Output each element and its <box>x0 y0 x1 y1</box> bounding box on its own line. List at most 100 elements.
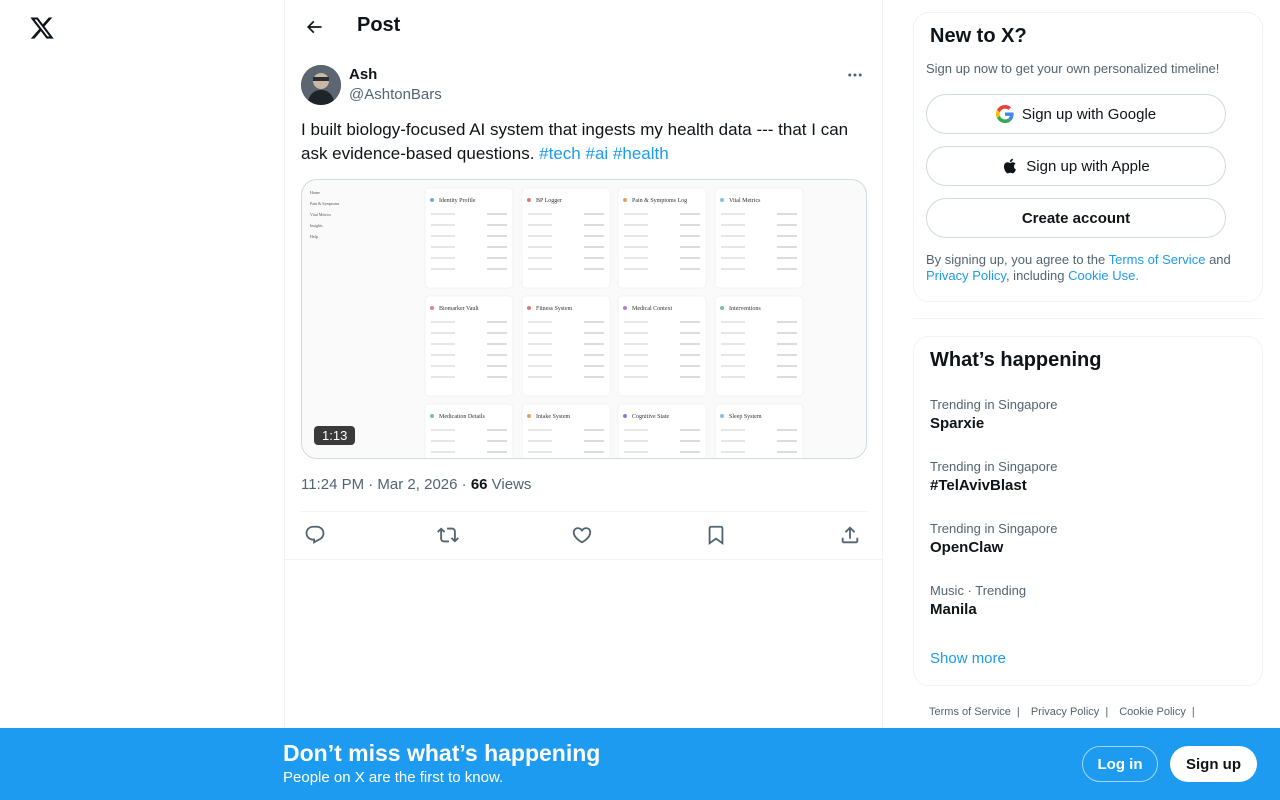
footer-links: Terms of Service | Privacy Policy | Cookie… <box>929 706 1203 718</box>
footer-separator: | <box>1191 706 1195 718</box>
create-account-button[interactable]: Create account <box>926 198 1226 238</box>
trend-meta: Trending in Singapore <box>930 459 1058 474</box>
author-name[interactable]: Ash <box>349 66 377 83</box>
apple-icon <box>1002 157 1018 175</box>
footer-privacy-link[interactable]: Privacy Policy <box>1031 706 1099 718</box>
video-card-dot <box>720 198 724 202</box>
signup-card: New to X? Sign up now to get your own pe… <box>913 12 1263 302</box>
avatar[interactable] <box>301 65 341 105</box>
video-card-title: Interventions <box>729 306 761 312</box>
terms-of-service-link[interactable]: Terms of Service <box>1109 252 1206 267</box>
login-prompt-bar: Don’t miss what’s happening People on X … <box>0 728 1280 800</box>
show-more-link[interactable]: Show more <box>930 650 1006 667</box>
video-card-title: Fitness System <box>536 306 573 312</box>
more-button[interactable] <box>843 64 867 86</box>
trend-item[interactable]: Trending in Singapore #TelAvivBlast <box>930 459 1250 494</box>
login-button[interactable]: Log in <box>1082 746 1158 782</box>
video-card-dot <box>623 306 627 310</box>
video-card-dot <box>527 306 531 310</box>
author-handle[interactable]: @AshtonBars <box>349 86 442 103</box>
hashtag-ai[interactable]: #ai <box>586 144 609 163</box>
video-card-title: Vital Metrics <box>729 198 761 204</box>
video-card-dot <box>623 414 627 418</box>
video-card-title: Medication Details <box>439 414 485 420</box>
apple-signup-label: Sign up with Apple <box>1026 157 1150 175</box>
signup-title: New to X? <box>930 25 1027 47</box>
hashtag-health[interactable]: #health <box>613 144 669 163</box>
views-count: 66 <box>470 476 488 493</box>
video-sidebar-item: Vital Metrics <box>310 212 331 217</box>
post-actions <box>301 511 867 559</box>
video-card-title: Biomarker Vault <box>439 306 479 312</box>
video-card-title: Intake System <box>536 414 570 420</box>
video-sidebar-item: Pain & Symptoms <box>310 201 340 206</box>
views-label: Views <box>491 476 532 493</box>
video-card <box>521 403 611 458</box>
video-card-title: Medical Context <box>632 306 672 312</box>
signup-button[interactable]: Sign up <box>1170 746 1257 782</box>
trend-item[interactable]: Trending in Singapore OpenClaw <box>930 521 1250 556</box>
video-card-title: Identity Profile <box>439 197 476 204</box>
bookmark-button[interactable] <box>705 524 729 548</box>
video-sidebar-item: Help <box>310 234 318 239</box>
reply-button[interactable] <box>304 524 328 548</box>
terms-including: , including <box>1005 268 1065 283</box>
post-meta: 11:24 PM · Mar 2, 2026 · 66 Views <box>301 476 531 493</box>
trend-item[interactable]: Music · Trending Manila <box>930 583 1250 618</box>
video-card-dot <box>430 198 434 202</box>
trend-name: #TelAvivBlast <box>930 477 1027 494</box>
x-logo-icon[interactable] <box>29 14 55 42</box>
prompt-title: Don’t miss what’s happening <box>283 740 601 766</box>
trend-meta: Trending in Singapore <box>930 521 1058 536</box>
share-button[interactable] <box>839 524 863 548</box>
footer-separator: | <box>1105 706 1109 718</box>
post-timestamp[interactable]: 11:24 PM · Mar 2, 2026 <box>301 476 457 493</box>
video-card-title: BP Logger <box>536 198 562 204</box>
signup-terms: By signing up, you agree to the Terms of… <box>926 252 1256 284</box>
cookie-use-link[interactable]: Cookie Use. <box>1068 268 1139 283</box>
bookmark-icon <box>708 525 724 546</box>
privacy-policy-link[interactable]: Privacy Policy <box>926 268 1006 283</box>
trend-item[interactable]: Trending in Singapore Sparxie <box>930 397 1250 432</box>
terms-prefix: By signing up, you agree to the <box>926 252 1106 267</box>
trend-name: Manila <box>930 601 977 618</box>
footer-terms-link[interactable]: Terms of Service <box>929 706 1011 718</box>
video-card-dot <box>527 198 531 202</box>
video-card-dot <box>720 414 724 418</box>
prompt-subtitle: People on X are the first to know. <box>283 769 504 786</box>
reply-icon <box>305 525 325 544</box>
trend-meta: Trending in Singapore <box>930 397 1058 412</box>
google-signup-label: Sign up with Google <box>1021 105 1157 123</box>
trend-meta: Music · Trending <box>930 583 1027 598</box>
terms-and: and <box>1209 252 1231 267</box>
footer-cookie-link[interactable]: Cookie Policy <box>1119 706 1186 718</box>
repost-button[interactable] <box>437 524 461 548</box>
back-button[interactable] <box>297 10 331 44</box>
video-thumbnail: Home Pain & Symptoms Vital Metrics Insights… <box>302 180 866 458</box>
trend-name: OpenClaw <box>930 539 1004 556</box>
video-duration: 1:13 <box>314 426 356 445</box>
video-sidebar-item: Insights <box>310 223 323 228</box>
post-header: Post <box>285 0 883 53</box>
video-card <box>424 403 514 458</box>
repost-icon <box>437 527 459 543</box>
video-card <box>617 403 707 458</box>
main-column: Post Ash @AshtonBars I built biology-foc… <box>284 0 883 800</box>
trend-name: Sparxie <box>930 415 985 432</box>
heart-icon <box>572 527 592 544</box>
hashtag-tech[interactable]: #tech <box>539 144 581 163</box>
video-card-dot <box>720 306 724 310</box>
post-video[interactable]: Home Pain & Symptoms Vital Metrics Insights… <box>301 179 867 459</box>
post-author: Ash @AshtonBars <box>301 64 867 106</box>
like-button[interactable] <box>571 524 595 548</box>
footer-separator: | <box>1016 706 1020 718</box>
divider <box>285 559 883 560</box>
google-signup-button[interactable]: Sign up with Google <box>926 94 1226 134</box>
video-sidebar-item: Home <box>310 190 320 195</box>
left-nav <box>0 0 284 800</box>
meta-separator: · <box>461 476 471 493</box>
apple-signup-button[interactable]: Sign up with Apple <box>926 146 1226 186</box>
arrow-left-icon <box>306 20 322 34</box>
share-icon <box>841 526 859 544</box>
video-card-title: Cognitive State <box>632 414 670 420</box>
